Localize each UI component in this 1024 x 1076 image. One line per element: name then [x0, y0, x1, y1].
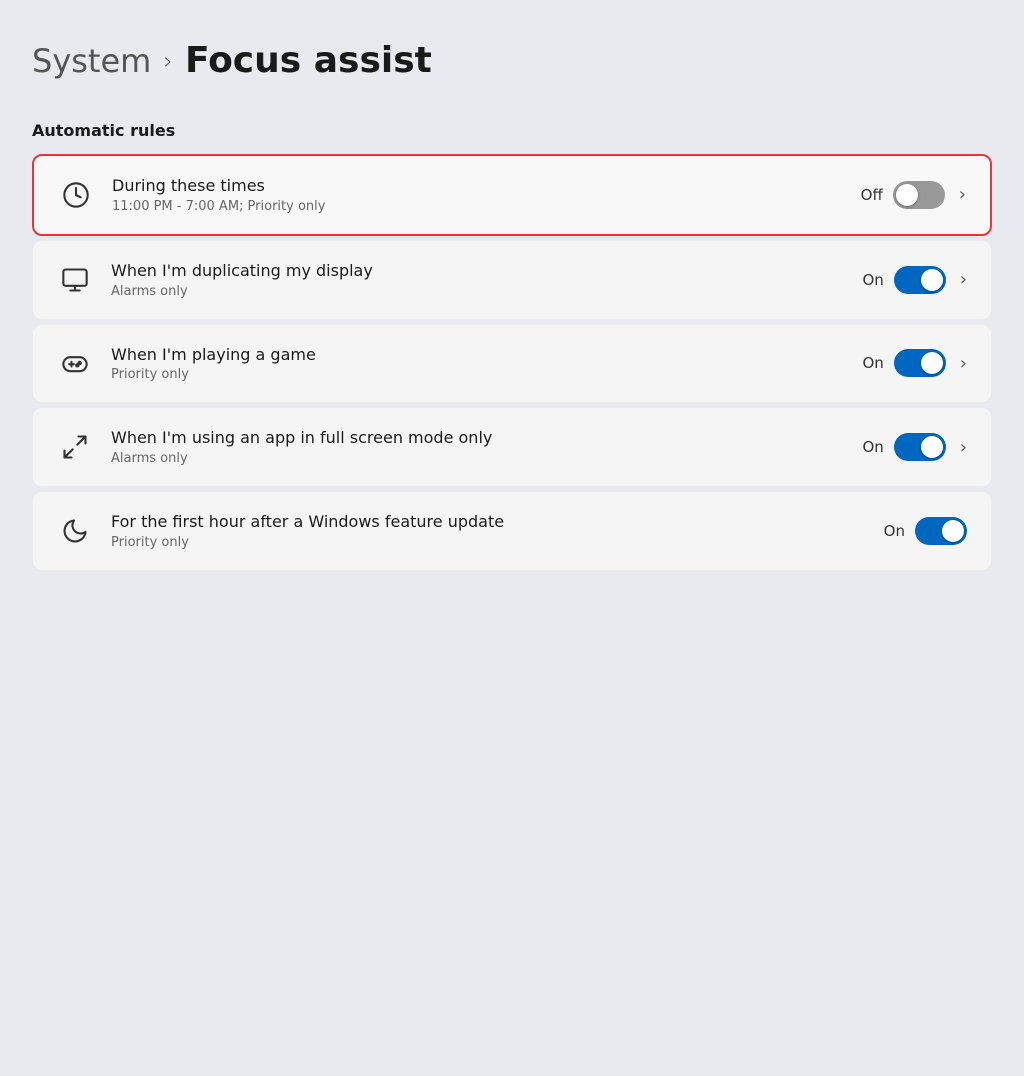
toggle-knob-duplicating-display [921, 269, 943, 291]
rule-status-during-times: Off [861, 186, 883, 204]
rule-subtitle-playing-game: Priority only [111, 367, 844, 382]
rule-subtitle-feature-update: Priority only [111, 535, 866, 550]
section-label: Automatic rules [32, 121, 992, 140]
automatic-rules-section: Automatic rules During these times 11:00… [32, 121, 992, 571]
toggle-full-screen[interactable] [894, 433, 946, 461]
rule-controls-during-times: Off › [861, 181, 966, 209]
rule-status-feature-update: On [884, 522, 905, 540]
gamepad-icon [57, 345, 93, 381]
rule-text-full-screen: When I'm using an app in full screen mod… [111, 428, 844, 466]
rule-title-full-screen: When I'm using an app in full screen mod… [111, 428, 844, 449]
chevron-right-playing-game: › [960, 353, 967, 374]
chevron-right-full-screen: › [960, 437, 967, 458]
rule-title-playing-game: When I'm playing a game [111, 345, 844, 366]
toggle-duplicating-display[interactable] [894, 266, 946, 294]
rule-text-duplicating-display: When I'm duplicating my display Alarms o… [111, 261, 844, 299]
rule-controls-feature-update: On [884, 517, 967, 545]
rule-controls-duplicating-display: On › [862, 266, 967, 294]
chevron-right-duplicating-display: › [960, 269, 967, 290]
toggle-knob-full-screen [921, 436, 943, 458]
fullscreen-icon [57, 429, 93, 465]
rule-controls-playing-game: On › [862, 349, 967, 377]
rule-text-feature-update: For the first hour after a Windows featu… [111, 512, 866, 550]
toggle-knob-feature-update [942, 520, 964, 542]
rule-playing-game[interactable]: When I'm playing a game Priority only On… [32, 324, 992, 404]
toggle-knob-during-times [896, 184, 918, 206]
rule-status-full-screen: On [862, 438, 883, 456]
rule-controls-full-screen: On › [862, 433, 967, 461]
page-title: Focus assist [185, 40, 432, 81]
rule-subtitle-full-screen: Alarms only [111, 451, 844, 466]
rule-duplicating-display[interactable]: When I'm duplicating my display Alarms o… [32, 240, 992, 320]
rule-during-times[interactable]: During these times 11:00 PM - 7:00 AM; P… [32, 154, 992, 236]
rule-text-playing-game: When I'm playing a game Priority only [111, 345, 844, 383]
toggle-knob-playing-game [921, 352, 943, 374]
rule-feature-update[interactable]: For the first hour after a Windows featu… [32, 491, 992, 571]
rule-full-screen[interactable]: When I'm using an app in full screen mod… [32, 407, 992, 487]
rule-title-feature-update: For the first hour after a Windows featu… [111, 512, 866, 533]
clock-icon [58, 177, 94, 213]
rules-list: During these times 11:00 PM - 7:00 AM; P… [32, 154, 992, 571]
breadcrumb-chevron: › [163, 47, 173, 75]
page-header: System › Focus assist [32, 40, 992, 81]
rule-status-duplicating-display: On [862, 271, 883, 289]
system-label: System [32, 42, 151, 80]
rule-subtitle-duplicating-display: Alarms only [111, 284, 844, 299]
rule-status-playing-game: On [862, 354, 883, 372]
rule-title-duplicating-display: When I'm duplicating my display [111, 261, 844, 282]
rule-subtitle-during-times: 11:00 PM - 7:00 AM; Priority only [112, 199, 843, 214]
toggle-during-times[interactable] [893, 181, 945, 209]
moon-icon [57, 513, 93, 549]
page-container: System › Focus assist Automatic rules Du… [32, 40, 992, 571]
chevron-right-during-times: › [959, 184, 966, 205]
rule-text-during-times: During these times 11:00 PM - 7:00 AM; P… [112, 176, 843, 214]
rule-title-during-times: During these times [112, 176, 843, 197]
toggle-feature-update[interactable] [915, 517, 967, 545]
monitor-icon [57, 262, 93, 298]
toggle-playing-game[interactable] [894, 349, 946, 377]
